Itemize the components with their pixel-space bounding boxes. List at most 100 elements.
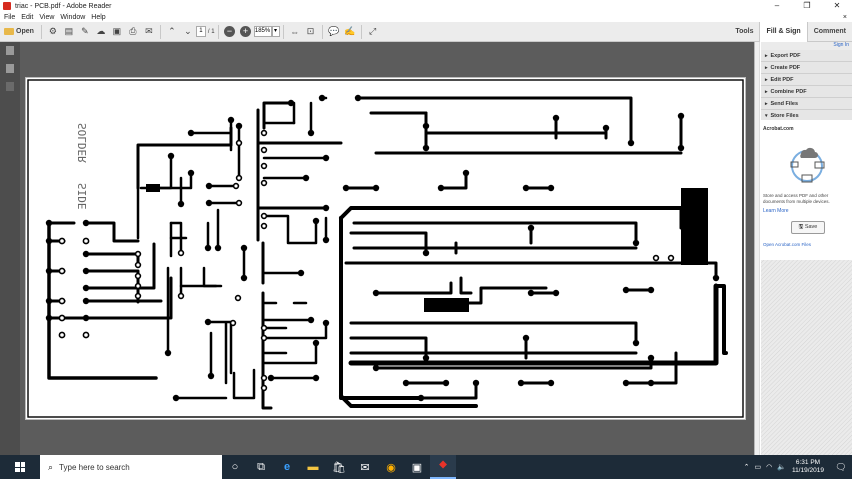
zoom-input[interactable]: 185% bbox=[253, 26, 272, 37]
panel-edit-pdf[interactable]: ▸ Edit PDF bbox=[761, 74, 852, 86]
panel-item-label: Send Files bbox=[770, 101, 799, 107]
zoom-out-icon: − bbox=[224, 26, 236, 37]
panel-item-label: Combine PDF bbox=[770, 89, 807, 95]
panel-scrollbar[interactable] bbox=[755, 42, 760, 455]
cloud-icon[interactable]: ☁ bbox=[95, 25, 107, 39]
taskbar-search-box[interactable]: ⌕ Type here to search bbox=[40, 455, 222, 479]
chevron-right-icon: ▸ bbox=[765, 89, 768, 95]
edge-icon[interactable]: e bbox=[274, 455, 300, 479]
toolbar-separator bbox=[159, 24, 161, 39]
minimize-button[interactable]: – bbox=[762, 0, 792, 12]
sign-in-link[interactable]: Sign In bbox=[833, 42, 849, 48]
pcb-layout: SOLDER SIDE bbox=[27, 79, 744, 418]
next-page-icon[interactable]: ⌄ bbox=[182, 25, 194, 39]
acrobat-com-heading: Acrobat.com bbox=[763, 126, 794, 132]
panel-create-pdf[interactable]: ▸ Create PDF bbox=[761, 62, 852, 74]
open-acrobat-files-link[interactable]: Open Acrobat.com Files bbox=[763, 242, 811, 247]
file-explorer-icon[interactable]: ▬ bbox=[300, 455, 326, 479]
learn-more-link[interactable]: Learn More bbox=[763, 208, 789, 214]
expand-icon[interactable]: ⤢ bbox=[367, 25, 379, 39]
attachments-icon[interactable] bbox=[6, 82, 14, 91]
start-button[interactable] bbox=[0, 455, 40, 479]
adobe-reader-icon bbox=[3, 2, 11, 10]
volume-icon[interactable]: 🔈 bbox=[777, 463, 786, 471]
mirrored-label-side: SIDE bbox=[76, 183, 89, 210]
store-files-section: Acrobat.com Store and access PDF and oth… bbox=[761, 120, 852, 260]
bookmarks-icon[interactable] bbox=[6, 64, 14, 73]
menu-file[interactable]: File bbox=[4, 14, 15, 21]
window-title: triac - PCB.pdf - Adobe Reader bbox=[15, 2, 112, 10]
menu-window[interactable]: Window bbox=[60, 14, 85, 21]
toolbar-separator bbox=[40, 24, 42, 39]
document-area[interactable]: SOLDER SIDE bbox=[20, 42, 754, 455]
save-to-acrobat-button[interactable]: 🖫 Save bbox=[791, 221, 825, 234]
chevron-right-icon: ▸ bbox=[765, 101, 768, 107]
previous-page-icon[interactable]: ⌃ bbox=[166, 25, 178, 39]
wifi-icon[interactable]: ◠ bbox=[766, 463, 772, 471]
toolbar-separator bbox=[217, 24, 219, 39]
search-icon: ⌕ bbox=[48, 461, 54, 472]
tab-tools[interactable]: Tools bbox=[729, 22, 759, 42]
tab-comment[interactable]: Comment bbox=[808, 22, 852, 42]
pages-icon[interactable] bbox=[6, 46, 14, 55]
chevron-right-icon: ▸ bbox=[765, 77, 768, 83]
cortana-icon[interactable]: ○ bbox=[222, 455, 248, 479]
page-total: / 1 bbox=[207, 28, 215, 35]
page-number-input[interactable]: 1 bbox=[195, 26, 206, 37]
app-window: triac - PCB.pdf - Adobe Reader – ❐ ✕ Fil… bbox=[0, 0, 852, 479]
mail-icon[interactable]: ✉ bbox=[352, 455, 378, 479]
menu-help[interactable]: Help bbox=[91, 14, 105, 21]
chrome-icon[interactable]: ◉ bbox=[378, 455, 404, 479]
panel-item-label: Export PDF bbox=[770, 53, 801, 59]
close-button[interactable]: ✕ bbox=[822, 0, 852, 12]
clock-time: 6:31 PM bbox=[795, 459, 821, 466]
toolbar-separator bbox=[360, 24, 362, 39]
menu-view[interactable]: View bbox=[39, 14, 54, 21]
print-icon[interactable]: ⎙ bbox=[127, 25, 139, 39]
adobe-reader-taskbar-icon[interactable]: ⯁ bbox=[430, 455, 456, 479]
toolbar: Open ⚙ ▤ ✎ ☁ ▣ ⎙ ✉ ⌃ ⌄ 1 / 1 − + 185% ▾ … bbox=[0, 22, 852, 42]
combine-icon[interactable]: ▤ bbox=[63, 25, 75, 39]
chevron-up-icon[interactable]: ⌃ bbox=[744, 463, 750, 471]
close-document-button[interactable]: × bbox=[843, 14, 847, 21]
email-icon[interactable]: ✉ bbox=[143, 25, 155, 39]
tab-fill-sign[interactable]: Fill & Sign bbox=[759, 22, 808, 42]
panel-item-label: Create PDF bbox=[770, 65, 801, 71]
create-pdf-icon[interactable]: ⚙ bbox=[47, 25, 59, 39]
zoom-in-button[interactable]: + bbox=[240, 25, 252, 39]
toolbar-separator bbox=[282, 24, 284, 39]
mirrored-label-solder: SOLDER bbox=[76, 123, 89, 163]
app-icon[interactable]: ▣ bbox=[404, 455, 430, 479]
battery-icon[interactable]: ▭ bbox=[754, 463, 761, 471]
svg-text:SIDE: SIDE bbox=[76, 183, 89, 210]
open-button[interactable]: Open bbox=[2, 25, 36, 39]
toolbar-separator bbox=[321, 24, 323, 39]
chevron-right-icon: ▸ bbox=[765, 65, 768, 71]
system-clock[interactable]: 6:31 PM 11/19/2019 bbox=[792, 459, 824, 475]
open-label: Open bbox=[16, 28, 34, 35]
pcb-traces bbox=[47, 96, 728, 410]
comment-icon[interactable]: 💬 bbox=[328, 25, 340, 39]
zoom-out-button[interactable]: − bbox=[224, 25, 236, 39]
zoom-dropdown[interactable]: ▾ bbox=[271, 26, 280, 37]
highlight-icon[interactable]: ✍ bbox=[344, 25, 356, 39]
notification-icon[interactable]: 🗨2 bbox=[834, 460, 848, 474]
panel-combine-pdf[interactable]: ▸ Combine PDF bbox=[761, 86, 852, 98]
right-tabs: Tools Fill & Sign Comment bbox=[729, 22, 852, 42]
menu-edit[interactable]: Edit bbox=[21, 14, 33, 21]
maximize-button[interactable]: ❐ bbox=[792, 0, 822, 12]
save-label: Save bbox=[804, 224, 818, 230]
edit-icon[interactable]: ✎ bbox=[79, 25, 91, 39]
panel-export-pdf[interactable]: ▸ Export PDF bbox=[761, 50, 852, 62]
chevron-down-icon: ▾ bbox=[765, 113, 768, 119]
store-description: Store and access PDF and other documents… bbox=[763, 193, 830, 204]
store-icon[interactable]: 🛍 bbox=[326, 455, 352, 479]
save-icon[interactable]: ▣ bbox=[111, 25, 123, 39]
pdf-page: SOLDER SIDE bbox=[25, 77, 746, 420]
task-view-icon[interactable]: ⧉ bbox=[248, 455, 274, 479]
panel-send-files[interactable]: ▸ Send Files bbox=[761, 98, 852, 110]
cloud-sync-icon bbox=[790, 147, 825, 183]
navigation-pane bbox=[0, 42, 20, 455]
fit-width-icon[interactable]: ⇔ bbox=[289, 25, 301, 39]
fit-page-icon[interactable]: ⊡ bbox=[305, 25, 317, 39]
